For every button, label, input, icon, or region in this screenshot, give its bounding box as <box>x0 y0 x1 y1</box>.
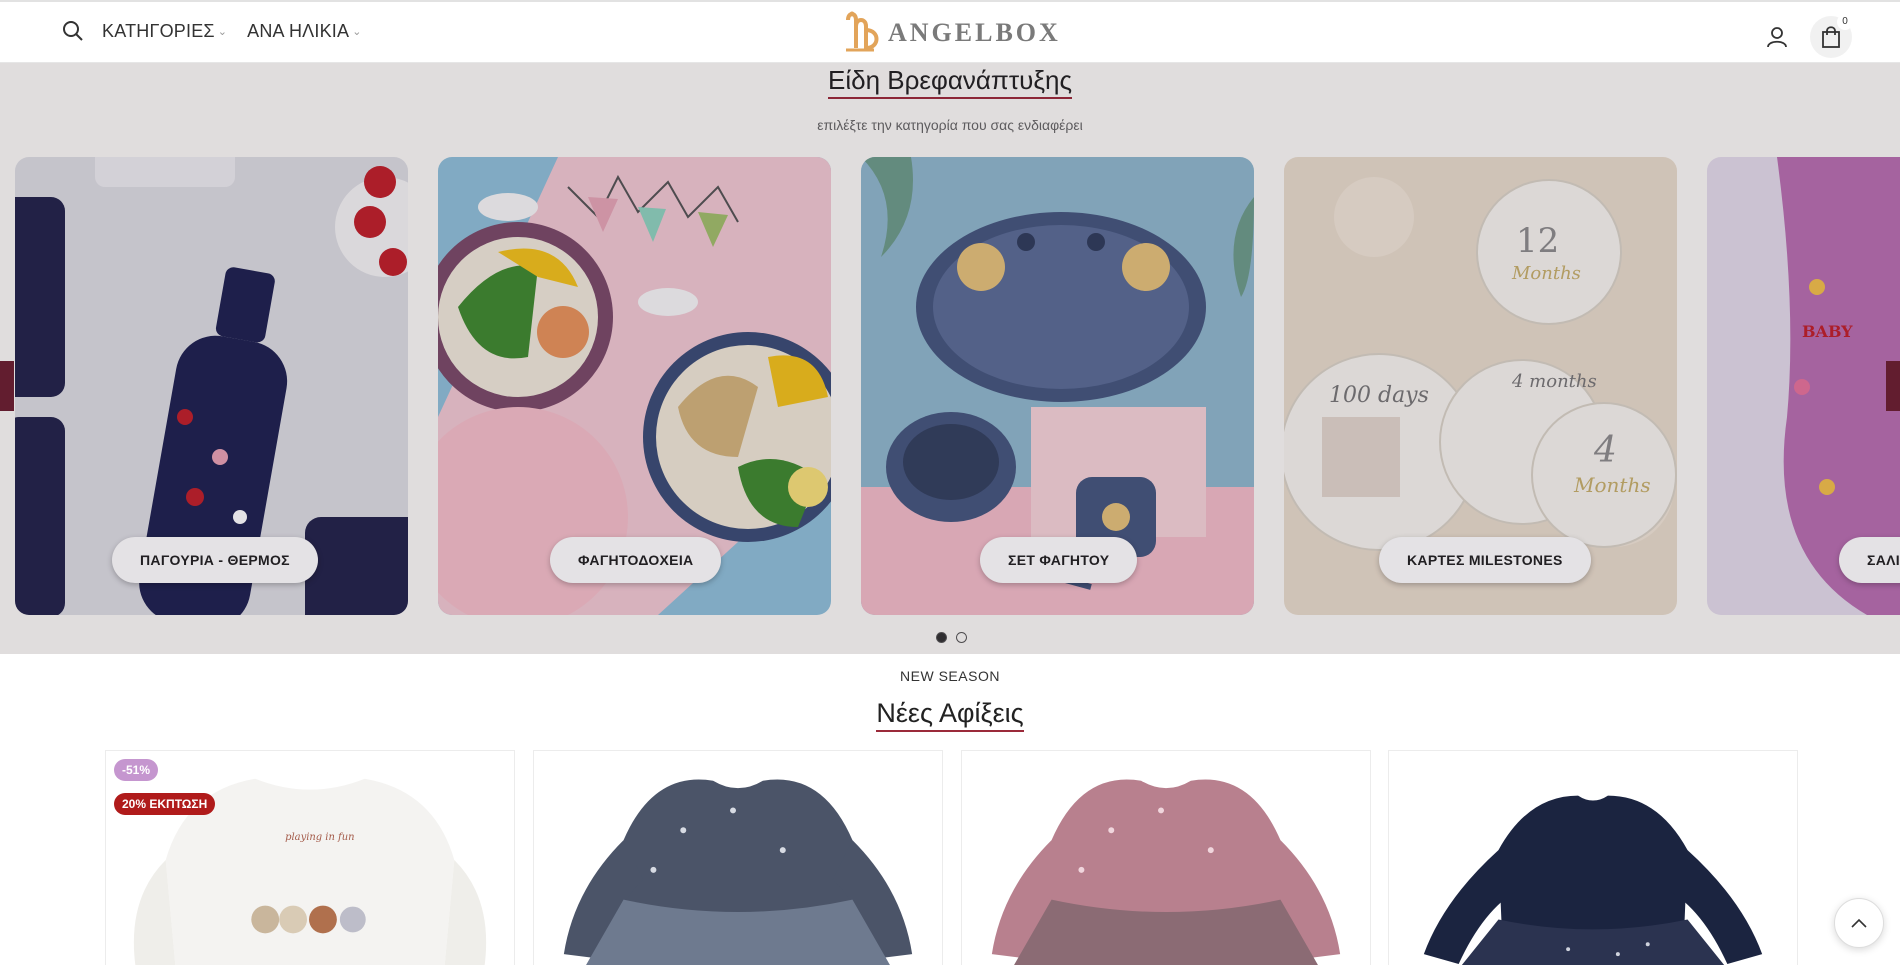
nav-by-age[interactable]: ΑΝΑ ΗΛΙΚΙΑ ⌄ <box>247 21 361 42</box>
new-arrivals-title: Νέες Αφίξεις <box>0 698 1900 732</box>
svg-text:100 days: 100 days <box>1329 383 1429 408</box>
site-logo[interactable]: ANGELBOX <box>840 8 1061 58</box>
nav-categories[interactable]: ΚΑΤΗΓΟΡΙΕΣ ⌄ <box>102 21 227 42</box>
category-card-dinner-sets[interactable]: ΣΕΤ ΦΑΓΗΤΟΥ <box>861 157 1254 615</box>
product-card-sequin-dress-pink[interactable] <box>961 750 1371 965</box>
product-card-sequin-dress-grey[interactable] <box>533 750 943 965</box>
discount-badge: -51% <box>114 759 159 781</box>
promo-badge: 20% ΕΚΠΤΩΣΗ <box>114 793 216 815</box>
category-label[interactable]: ΣΕΤ ΦΑΓΗΤΟΥ <box>980 537 1138 583</box>
cart-button[interactable]: 0 <box>1810 14 1853 58</box>
site-header: ΚΑΤΗΓΟΡΙΕΣ ⌄ ΑΝΑ ΗΛΙΚΙΑ ⌄ ANGELBOX 0 <box>0 0 1900 63</box>
section-title-text: Είδη Βρεφανάπτυξης <box>828 65 1072 99</box>
new-arrivals-title-text: Νέες Αφίξεις <box>876 698 1024 732</box>
product-image: playing in fun <box>106 751 514 965</box>
svg-text:4: 4 <box>1593 430 1617 471</box>
new-arrivals-kicker: NEW SEASON <box>900 668 1000 684</box>
category-carousel-section: Είδη Βρεφανάπτυξης επιλέξτε την κατηγορί… <box>0 63 1900 654</box>
cart-count-badge: 0 <box>1837 14 1853 30</box>
chevron-down-icon: ⌄ <box>217 25 228 38</box>
product-image <box>962 751 1370 965</box>
product-image <box>1389 751 1797 965</box>
logo-mark-icon <box>846 11 879 52</box>
category-label[interactable]: ΣΑΛΙ <box>1839 537 1900 583</box>
category-card-bottles[interactable]: ΠΑΓΟΥΡΙΑ - ΘΕΡΜΟΣ <box>15 157 408 615</box>
section-subtitle: επιλέξτε την κατηγορία που σας ενδιαφέρε… <box>817 117 1083 133</box>
scroll-to-top-button[interactable] <box>1834 898 1884 948</box>
category-label[interactable]: ΚΑΡΤΕΣ MILESTONES <box>1379 537 1591 583</box>
carousel-dot-1[interactable] <box>936 632 947 643</box>
section-title: Είδη Βρεφανάπτυξης <box>0 65 1900 99</box>
nav-categories-label: ΚΑΤΗΓΟΡΙΕΣ <box>102 20 215 41</box>
bag-icon <box>1822 26 1840 48</box>
logo-text: ANGELBOX <box>888 18 1061 47</box>
svg-text:Months: Months <box>1511 263 1581 284</box>
product-image <box>534 751 942 965</box>
svg-text:BABY: BABY <box>1802 322 1853 341</box>
chevron-up-icon <box>1851 918 1867 928</box>
chevron-down-icon: ⌄ <box>352 25 362 38</box>
product-card-velvet-dress-navy[interactable] <box>1388 750 1798 965</box>
svg-text:12: 12 <box>1516 221 1559 261</box>
product-card-sweater[interactable]: playing in fun -51% 20% ΕΚΠΤΩΣΗ <box>105 750 515 965</box>
carousel-dot-2[interactable] <box>956 632 967 643</box>
category-label[interactable]: ΠΑΓΟΥΡΙΑ - ΘΕΡΜΟΣ <box>112 537 318 583</box>
category-card-bibs[interactable]: BABY ΣΑΛΙ <box>1707 157 1900 615</box>
svg-text:4 months: 4 months <box>1511 371 1597 392</box>
search-icon[interactable] <box>62 20 84 42</box>
nav-by-age-label: ΑΝΑ ΗΛΙΚΙΑ <box>247 20 350 41</box>
carousel-pagination <box>936 632 976 643</box>
category-label[interactable]: ΦΑΓΗΤΟΔΟΧΕΙΑ <box>550 537 722 583</box>
category-card-lunchboxes[interactable]: ΦΑΓΗΤΟΔΟΧΕΙΑ <box>438 157 831 615</box>
carousel-next-button[interactable] <box>1886 361 1900 411</box>
svg-text:Months: Months <box>1573 473 1651 497</box>
svg-text:playing in fun: playing in fun <box>285 832 354 843</box>
category-card-milestones[interactable]: 12 Months 100 days 4 months 4 Months ΚΑΡ… <box>1284 157 1677 615</box>
carousel-prev-button[interactable] <box>0 361 14 411</box>
user-icon[interactable] <box>1760 20 1794 54</box>
header-actions: 0 <box>1760 14 1853 58</box>
header-nav: ΚΑΤΗΓΟΡΙΕΣ ⌄ ΑΝΑ ΗΛΙΚΙΑ ⌄ <box>62 20 382 42</box>
